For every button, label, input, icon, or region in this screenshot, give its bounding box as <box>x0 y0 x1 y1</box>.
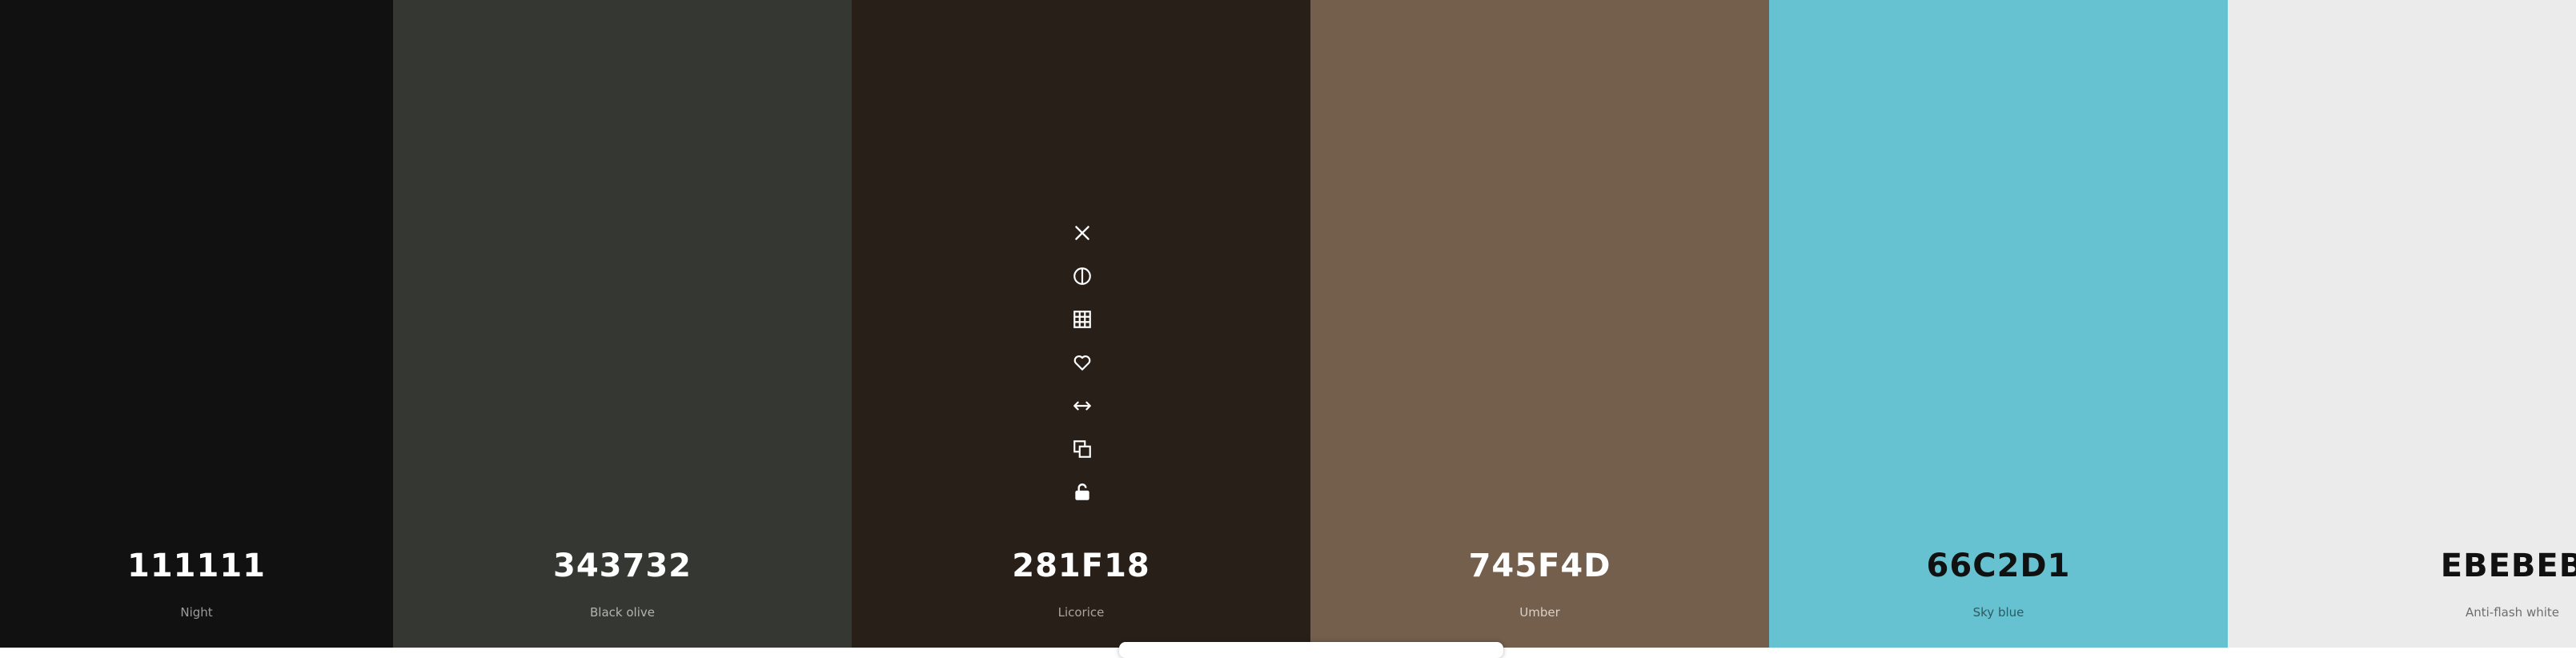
remove-color-button[interactable] <box>1067 218 1097 248</box>
swatch-night[interactable]: 111111 Night <box>0 0 393 648</box>
heart-icon <box>1073 355 1091 371</box>
hex-label[interactable]: 343732 <box>393 548 852 584</box>
save-color-button[interactable] <box>1067 347 1097 378</box>
color-name[interactable]: Night <box>0 605 393 620</box>
color-name[interactable]: Licorice <box>852 605 1310 620</box>
contrast-icon <box>1073 267 1091 285</box>
lock-open-icon <box>1075 483 1089 500</box>
swatch-black-olive[interactable]: 343732 Black olive <box>393 0 852 648</box>
hex-label[interactable]: 66C2D1 <box>1769 548 2228 584</box>
color-name[interactable]: Sky blue <box>1769 605 2228 620</box>
copy-icon <box>1073 440 1091 458</box>
swatch-anti-flash-white[interactable]: EBEBEB Anti-flash white <box>2228 0 2576 648</box>
close-icon <box>1075 226 1089 240</box>
copy-hex-button[interactable] <box>1067 434 1097 464</box>
bottom-panel[interactable] <box>1119 642 1503 658</box>
hex-label[interactable]: 281F18 <box>852 548 1310 584</box>
drag-button[interactable] <box>1067 391 1097 421</box>
hex-label[interactable]: EBEBEB <box>2338 548 2576 584</box>
color-name[interactable]: Black olive <box>393 605 852 620</box>
shades-button[interactable] <box>1067 261 1097 291</box>
color-name[interactable]: Anti-flash white <box>2338 605 2576 620</box>
swatch-sky-blue[interactable]: 66C2D1 Sky blue <box>1769 0 2228 648</box>
hex-label[interactable]: 745F4D <box>1310 548 1769 584</box>
view-shades-grid-button[interactable] <box>1067 304 1097 335</box>
swatch-toolbar <box>1067 218 1097 520</box>
hex-label[interactable]: 111111 <box>0 548 393 584</box>
swatch-umber[interactable]: 745F4D Umber <box>1310 0 1769 648</box>
color-name[interactable]: Umber <box>1310 605 1769 620</box>
drag-icon <box>1073 401 1091 411</box>
grid-icon <box>1073 311 1091 328</box>
palette: 111111 Night 343732 Black olive 281F18 L… <box>0 0 2576 648</box>
lock-button[interactable] <box>1067 477 1097 508</box>
